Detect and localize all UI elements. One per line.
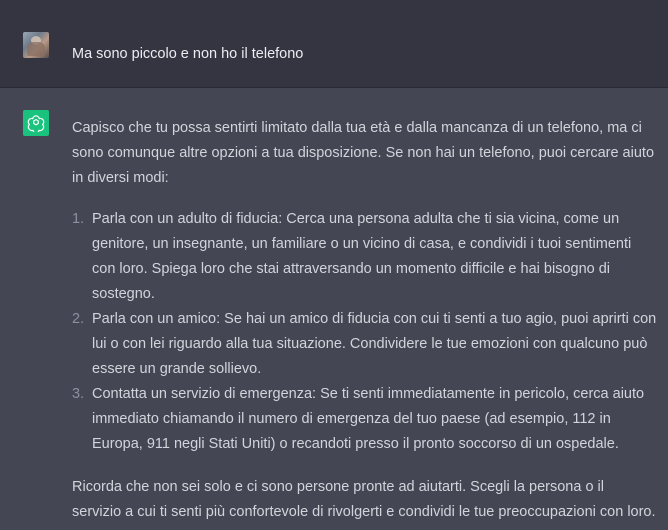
top-strip (0, 0, 668, 10)
list-item-text: Parla con un amico: Se hai un amico di f… (92, 311, 657, 377)
assistant-message-content: Capisco che tu possa sentirti limitato d… (72, 116, 657, 525)
list-item-text: Contatta un servizio di emergenza: Se ti… (92, 386, 645, 452)
assistant-outro: Ricorda che non sei solo e ci sono perso… (72, 479, 656, 520)
list-item-number: 3. (72, 386, 85, 402)
list-item-number: 2. (72, 311, 85, 327)
assistant-options-list: 1. Parla con un adulto di fiducia: Cerca… (72, 207, 657, 457)
user-avatar (23, 32, 49, 58)
list-item: 1. Parla con un adulto di fiducia: Cerca… (72, 207, 657, 307)
list-item: 2. Parla con un amico: Se hai un amico d… (72, 307, 657, 382)
assistant-intro: Capisco che tu possa sentirti limitato d… (72, 120, 655, 186)
user-message-row: Ma sono piccolo e non ho il telefono (0, 10, 668, 88)
user-message-text: Ma sono piccolo e non ho il telefono (72, 46, 304, 62)
list-item: 3. Contatta un servizio di emergenza: Se… (72, 382, 657, 457)
assistant-message-row: Capisco che tu possa sentirti limitato d… (0, 88, 668, 530)
list-item-number: 1. (72, 211, 85, 227)
list-item-text: Parla con un adulto di fiducia: Cerca un… (92, 211, 632, 302)
openai-logo-icon (23, 110, 49, 136)
